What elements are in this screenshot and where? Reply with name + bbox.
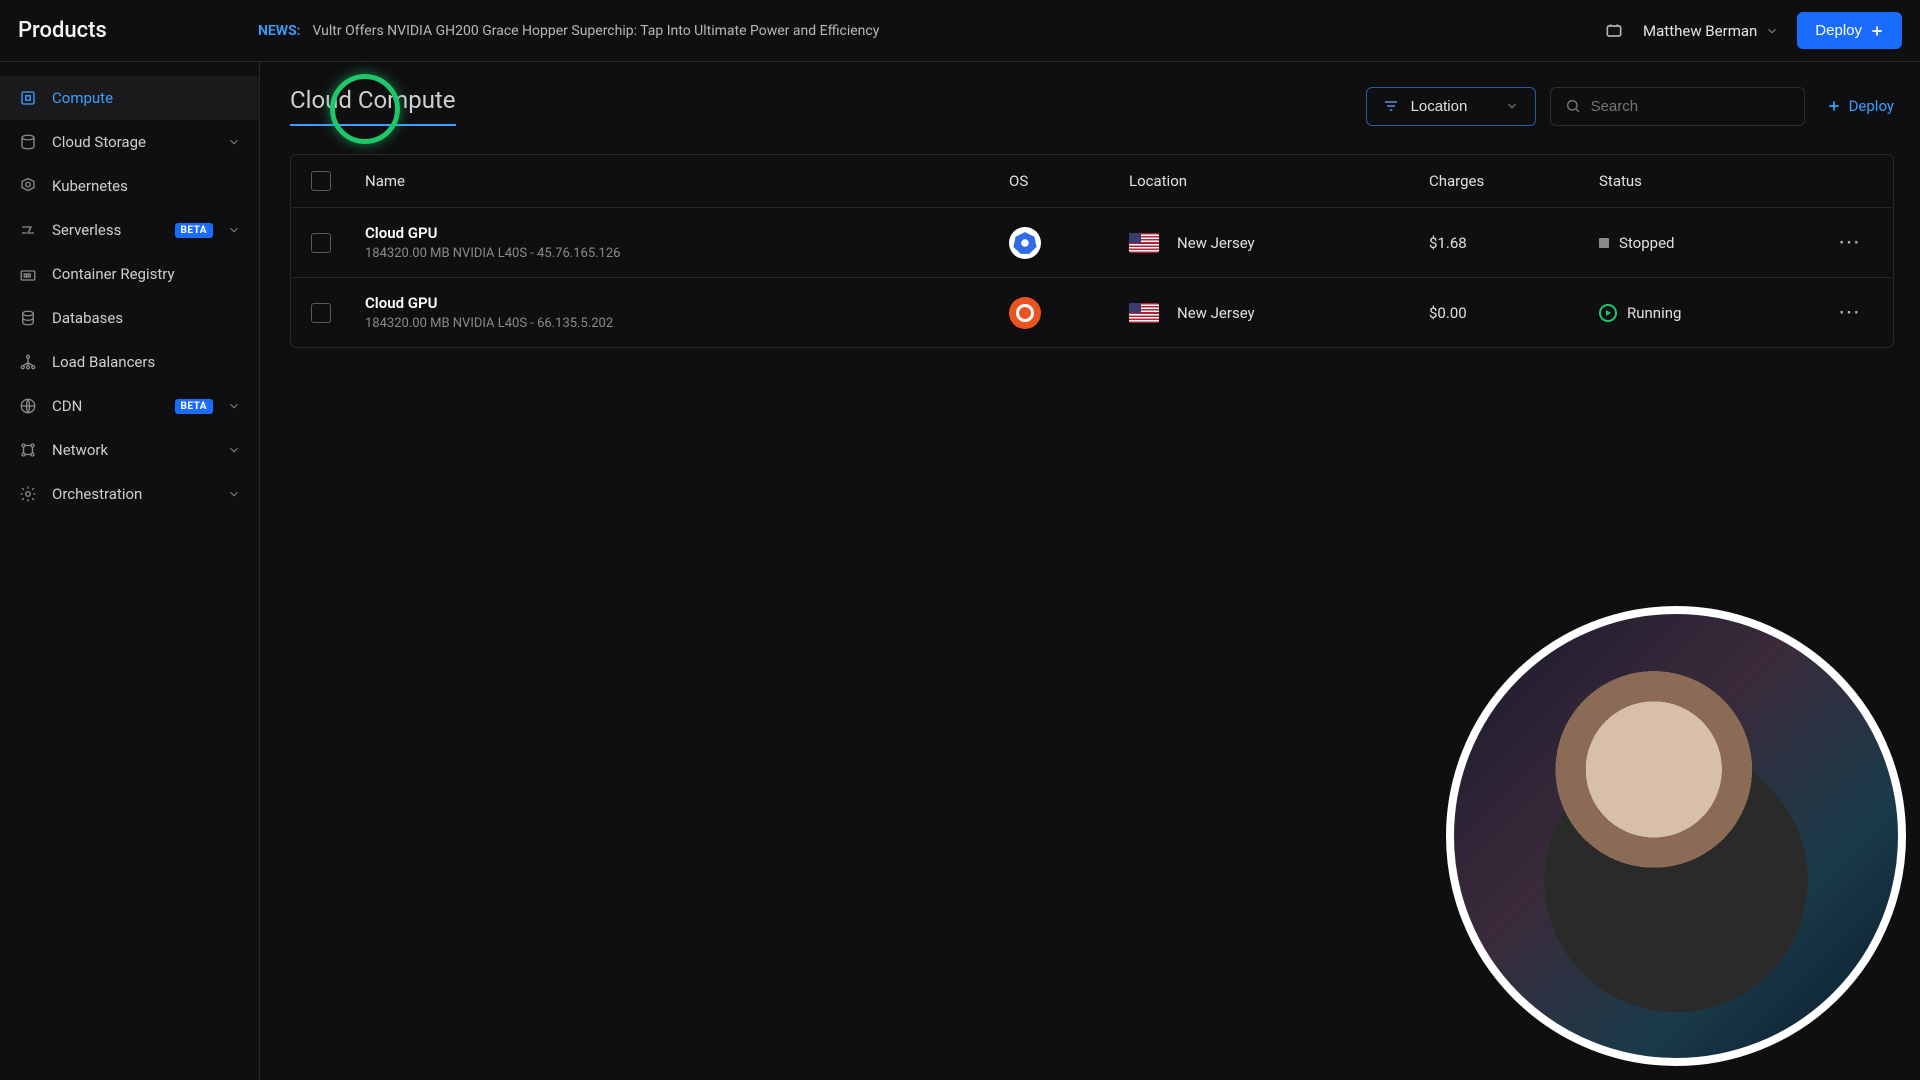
user-menu[interactable]: Matthew Berman	[1643, 22, 1779, 40]
status-text: Stopped	[1619, 234, 1674, 252]
database-icon	[18, 308, 38, 328]
sidebar-item-label: Compute	[52, 89, 241, 107]
sidebar-item-label: Cloud Storage	[52, 133, 213, 151]
table-row[interactable]: Cloud GPU 184320.00 MB NVIDIA L40S - 45.7…	[291, 208, 1893, 278]
deploy-button-label: Deploy	[1815, 22, 1862, 39]
stopped-icon	[1599, 238, 1609, 248]
sidebar-item-kubernetes[interactable]: Kubernetes	[0, 164, 259, 208]
user-name: Matthew Berman	[1643, 22, 1757, 40]
beta-badge: BETA	[175, 399, 214, 414]
charges-text: $0.00	[1429, 304, 1599, 322]
select-all-checkbox[interactable]	[311, 171, 331, 191]
ubuntu-icon	[1009, 297, 1041, 329]
sidebar-item-label: Container Registry	[52, 265, 241, 283]
news-label: NEWS:	[258, 23, 300, 39]
deploy-button[interactable]: Deploy	[1797, 12, 1902, 49]
sidebar-item-serverless[interactable]: Serverless BETA	[0, 208, 259, 252]
sidebar-item-orchestration[interactable]: Orchestration	[0, 472, 259, 516]
registry-icon	[18, 264, 38, 284]
sidebar-item-compute[interactable]: Compute	[0, 76, 259, 120]
sidebar-item-label: Orchestration	[52, 485, 213, 503]
instance-table: Name OS Location Charges Status Cloud GP…	[290, 154, 1894, 348]
sidebar-item-load-balancers[interactable]: Load Balancers	[0, 340, 259, 384]
chevron-down-icon	[1505, 99, 1519, 113]
beta-badge: BETA	[175, 223, 214, 238]
instance-name: Cloud GPU	[365, 294, 1009, 312]
status-text: Running	[1627, 304, 1681, 322]
sidebar-item-databases[interactable]: Databases	[0, 296, 259, 340]
plus-icon	[1870, 24, 1884, 38]
col-status: Status	[1599, 172, 1819, 190]
storage-icon	[18, 132, 38, 152]
kubernetes-icon	[18, 176, 38, 196]
sidebar-item-cloud-storage[interactable]: Cloud Storage	[0, 120, 259, 164]
sidebar-item-cdn[interactable]: CDN BETA	[0, 384, 259, 428]
row-checkbox[interactable]	[311, 233, 331, 253]
activity-icon[interactable]	[1603, 20, 1625, 42]
search-input[interactable]	[1591, 98, 1790, 115]
location-filter-label: Location	[1411, 98, 1493, 115]
chevron-down-icon	[227, 135, 241, 149]
location-filter[interactable]: Location	[1366, 87, 1536, 126]
news-text: Vultr Offers NVIDIA GH200 Grace Hopper S…	[312, 23, 879, 39]
chevron-down-icon	[227, 223, 241, 237]
sidebar-item-label: Load Balancers	[52, 353, 241, 371]
network-icon	[18, 440, 38, 460]
sidebar-item-label: Kubernetes	[52, 177, 241, 195]
products-title: Products	[18, 18, 258, 43]
deploy-link[interactable]: Deploy	[1819, 97, 1894, 115]
sidebar-item-label: Serverless	[52, 221, 161, 239]
sidebar-item-label: Network	[52, 441, 213, 459]
chevron-down-icon	[227, 487, 241, 501]
instance-sub: 184320.00 MB NVIDIA L40S - 66.135.5.202	[365, 316, 1009, 331]
chevron-down-icon	[1765, 24, 1779, 38]
sidebar: Compute Cloud Storage Kubernetes Serverless…	[0, 62, 260, 1080]
running-icon	[1599, 304, 1617, 322]
instance-sub: 184320.00 MB NVIDIA L40S - 45.76.165.126	[365, 246, 1009, 261]
sidebar-item-label: Databases	[52, 309, 241, 327]
sidebar-item-network[interactable]: Network	[0, 428, 259, 472]
col-os: OS	[1009, 172, 1129, 190]
table-row[interactable]: Cloud GPU 184320.00 MB NVIDIA L40S - 66.1…	[291, 278, 1893, 347]
kubernetes-icon	[1009, 227, 1041, 259]
row-checkbox[interactable]	[311, 303, 331, 323]
table-header: Name OS Location Charges Status	[291, 155, 1893, 208]
instance-name: Cloud GPU	[365, 224, 1009, 242]
sidebar-item-container-registry[interactable]: Container Registry	[0, 252, 259, 296]
search-icon	[1565, 98, 1581, 114]
charges-text: $1.68	[1429, 234, 1599, 252]
us-flag-icon	[1129, 303, 1159, 323]
cpu-icon	[18, 88, 38, 108]
us-flag-icon	[1129, 233, 1159, 253]
chevron-down-icon	[227, 443, 241, 457]
filter-icon	[1383, 98, 1399, 114]
serverless-icon	[18, 220, 38, 240]
col-location: Location	[1129, 172, 1429, 190]
sidebar-item-label: CDN	[52, 397, 161, 415]
news-banner[interactable]: NEWS: Vultr Offers NVIDIA GH200 Grace Ho…	[258, 23, 1603, 39]
orchestration-icon	[18, 484, 38, 504]
webcam-overlay	[1446, 606, 1906, 1066]
page-title: Cloud Compute	[290, 86, 456, 126]
cdn-icon	[18, 396, 38, 416]
col-charges: Charges	[1429, 172, 1599, 190]
plus-icon	[1827, 99, 1841, 113]
deploy-link-label: Deploy	[1849, 97, 1894, 115]
location-text: New Jersey	[1177, 304, 1255, 322]
lb-icon	[18, 352, 38, 372]
row-actions-button[interactable]: ⋯	[1819, 300, 1879, 325]
col-name: Name	[365, 172, 1009, 190]
chevron-down-icon	[227, 399, 241, 413]
location-text: New Jersey	[1177, 234, 1255, 252]
search-box[interactable]	[1550, 87, 1805, 126]
row-actions-button[interactable]: ⋯	[1819, 230, 1879, 255]
